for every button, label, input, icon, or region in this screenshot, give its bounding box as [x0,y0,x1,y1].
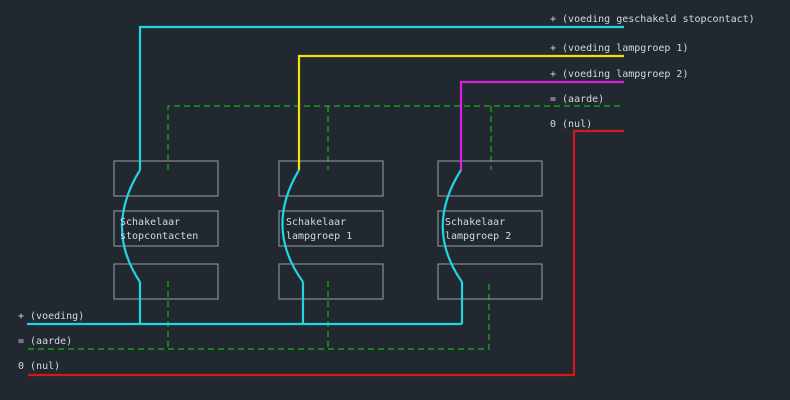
label-voeding-geschakeld-stopcontact: + (voeding geschakeld stopcontact) [550,14,755,25]
wiring-diagram: + (voeding geschakeld stopcontact) + (vo… [18,14,755,377]
switch-boxes [113,160,543,300]
label-voeding-lampgroep-1: + (voeding lampgroep 1) [550,43,688,54]
label-aarde-top: = (aarde) [550,94,604,105]
label-voeding-in: + (voeding) [18,311,84,322]
switch-3-label-line1: Schakelaar [445,217,505,228]
switch-3-label-line2: lampgroep 2 [445,231,511,242]
switch-2-label-line2: lampgroep 1 [286,231,352,242]
switch-1-bottom-box [113,263,219,300]
switch-1-label-line2: stopcontacten [120,231,198,242]
switch-1-label-line1: Schakelaar [120,217,180,228]
label-nul-in: 0 (nul) [18,361,60,372]
feed-in-wiring [27,282,464,326]
earth-top-bus [167,105,624,170]
earth-bottom-bus [28,281,490,350]
wire-neutral [28,129,624,377]
label-nul-top: 0 (nul) [550,119,592,130]
label-voeding-lampgroep-2: + (voeding lampgroep 2) [550,69,688,80]
label-aarde-in: = (aarde) [18,336,72,347]
switch-2-label-line1: Schakelaar [286,217,346,228]
switch-3-top-box [437,160,543,197]
